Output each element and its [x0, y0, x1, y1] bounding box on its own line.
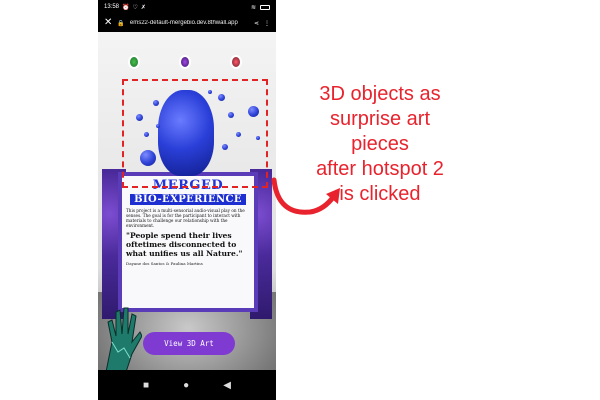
home-circle-icon[interactable]: ● [183, 380, 189, 391]
hotspot-1[interactable] [128, 55, 140, 69]
ar-scene[interactable]: MERGED BIO-EXPERIENCE This project is a … [98, 32, 276, 370]
annotation-line: 3D objects as [319, 83, 441, 105]
alarm-icon: ⏰ [122, 4, 130, 11]
browser-bar: ✕ 🔒 ems22-default-mergebio.dev.8thwall.a… [98, 14, 276, 32]
poster-quote: "People spend their lives oftetimes disc… [126, 231, 243, 258]
hotspot-2[interactable] [179, 55, 191, 69]
highlight-box [122, 79, 268, 188]
poster-body: This project is a multi-sensorial audio-… [126, 208, 245, 228]
back-triangle-icon[interactable]: ◀ [223, 380, 231, 391]
heart-icon: ♡ [132, 4, 138, 11]
status-time: 13:58 [104, 4, 120, 10]
android-nav-bar: ■ ● ◀ [98, 370, 276, 400]
status-bar: 13:58 ⏰ ♡ ✗ ≋ [98, 0, 276, 14]
battery-icon [260, 4, 270, 10]
url-field[interactable]: ems22-default-mergebio.dev.8thwall.app [130, 20, 249, 26]
poster-credits: Dayane dos Santos & Paulina Martins [126, 261, 203, 266]
close-icon[interactable]: ✕ [104, 18, 112, 28]
more-vert-icon[interactable]: ⋮ [264, 20, 270, 27]
annotation-line: surprise art pieces [329, 108, 431, 155]
poster-subtitle: BIO-EXPERIENCE [130, 194, 246, 205]
hotspot-3[interactable] [230, 55, 242, 69]
lock-icon: 🔒 [117, 20, 125, 27]
curved-arrow-icon [271, 177, 340, 215]
view-3d-art-button[interactable]: View 3D Art [143, 332, 235, 355]
phone-screen: 13:58 ⏰ ♡ ✗ ≋ ✕ 🔒 ems22-default-mergebio… [98, 0, 276, 400]
recents-square-icon[interactable]: ■ [143, 380, 149, 391]
wifi-icon: ≋ [250, 4, 256, 11]
project-poster: MERGED BIO-EXPERIENCE This project is a … [118, 172, 258, 312]
3d-hand-sculpture [105, 307, 142, 370]
mute-icon: ✗ [140, 4, 146, 11]
share-icon[interactable]: ⋖ [254, 20, 259, 27]
